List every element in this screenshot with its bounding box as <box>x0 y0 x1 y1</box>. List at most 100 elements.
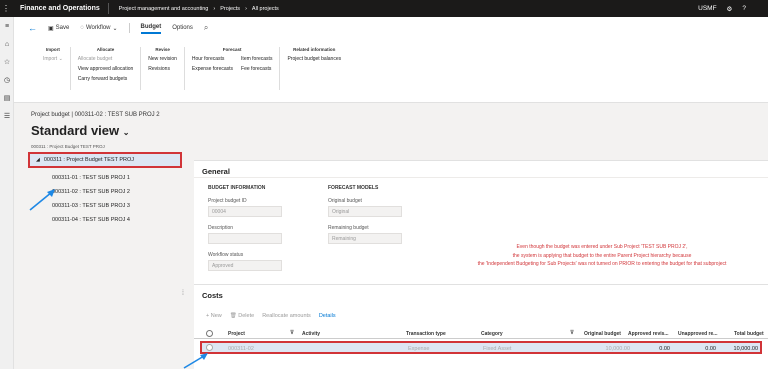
column-header-activity[interactable]: Activity <box>302 331 320 337</box>
cell-approved-revisions[interactable]: 0.00 <box>642 346 670 352</box>
cell-unapproved-revisions[interactable]: 0.00 <box>688 346 716 352</box>
description-field[interactable] <box>208 233 282 244</box>
remaining-budget-label: Remaining budget <box>328 225 369 231</box>
reallocate-amounts-button[interactable]: Reallocate amounts <box>262 313 311 319</box>
details-button[interactable]: Details <box>319 313 336 319</box>
save-label: Save <box>55 25 70 31</box>
trash-icon: 🗑 <box>229 313 237 319</box>
costs-section: Costs + New 🗑 Delete Reallocate amounts … <box>194 284 768 369</box>
top-right-area: USMF ⚙ ? <box>698 0 746 17</box>
home-icon[interactable]: ⌂ <box>0 35 14 53</box>
hour-forecasts-button[interactable]: Hour forecasts <box>192 56 233 62</box>
group-title: Import <box>45 47 60 52</box>
cell-project[interactable]: 000311-02 <box>228 346 254 352</box>
divider <box>128 23 130 33</box>
breadcrumb: Project management and accounting › Proj… <box>109 6 279 12</box>
column-header-project[interactable]: Project <box>228 331 245 337</box>
note-line: the 'Independent Budgeting for Sub Proje… <box>477 261 727 267</box>
project-budget-balances-button[interactable]: Project budget balances <box>287 56 341 62</box>
app-launcher-icon[interactable]: ⋮ <box>0 0 12 17</box>
tree-root-label: 000311 : Project Budget TEST PROJ <box>43 157 135 163</box>
tree-node[interactable]: 000311-02 : TEST SUB PROJ 2 <box>52 189 130 195</box>
cell-transaction-type[interactable]: Expense <box>408 346 429 352</box>
import-label: Import <box>43 56 58 62</box>
costs-section-header[interactable]: Costs <box>194 285 768 302</box>
description-label: Description <box>208 225 234 231</box>
tab-budget[interactable]: Budget <box>140 24 162 34</box>
chevron-right-icon: › <box>213 5 216 12</box>
save-button[interactable]: ▣ Save <box>48 25 69 32</box>
new-button[interactable]: + New <box>206 313 222 319</box>
help-icon[interactable]: ⚙ <box>727 5 733 13</box>
search-icon[interactable]: ⌕ <box>204 23 208 33</box>
chevron-down-icon: ⌄ <box>122 128 130 137</box>
row-select-radio[interactable] <box>206 344 213 351</box>
fee-forecasts-button[interactable]: Fee forecasts <box>241 66 272 72</box>
breadcrumb-item[interactable]: Projects <box>220 6 240 12</box>
app-title[interactable]: Finance and Operations <box>12 3 109 14</box>
navigation-rail: ≡ ⌂ ☆ ◷ ▤ ☰ <box>0 17 14 369</box>
select-all-radio[interactable] <box>206 330 213 337</box>
original-budget-label: Original budget <box>328 198 362 204</box>
back-arrow-icon[interactable]: ← <box>28 23 37 33</box>
breadcrumb-item[interactable]: Project management and accounting <box>119 6 209 12</box>
company-picker[interactable]: USMF <box>698 5 716 12</box>
table-row[interactable]: 000311-02 Expense Fixed Asset 10,000.00 … <box>200 341 762 354</box>
chevron-right-icon: › <box>245 5 247 12</box>
project-budget-id-field[interactable]: 00004 <box>208 206 282 217</box>
page-subtitle: 000311 : Project Budget TEST PROJ <box>31 144 105 149</box>
revisions-button[interactable]: Revisions <box>148 66 177 72</box>
recent-icon[interactable]: ◷ <box>0 71 14 89</box>
expense-forecasts-button[interactable]: Expense forecasts <box>192 66 233 72</box>
user-icon[interactable]: ? <box>742 5 746 12</box>
tree-node[interactable]: 000311-03 : TEST SUB PROJ 3 <box>52 203 130 209</box>
breadcrumb-item[interactable]: All projects <box>252 6 279 12</box>
cell-category[interactable]: Fixed Asset <box>483 346 511 352</box>
new-label: New <box>210 313 222 319</box>
collapse-triangle-icon[interactable]: ◢ <box>36 157 40 163</box>
column-header-original-budget[interactable]: Original budget <box>584 331 621 337</box>
filter-icon[interactable]: ⊽ <box>570 330 574 336</box>
star-icon[interactable]: ☆ <box>0 53 14 71</box>
general-section-header[interactable]: General <box>194 161 768 178</box>
item-forecasts-button[interactable]: Item forecasts <box>241 56 272 62</box>
project-budget-id-label: Project budget ID <box>208 198 247 204</box>
workspaces-icon[interactable]: ▤ <box>0 89 14 107</box>
original-budget-field[interactable]: Original <box>328 206 402 217</box>
column-header-transaction-type[interactable]: Transaction type <box>406 331 446 337</box>
group-revise: Revise New revision Revisions <box>141 47 185 90</box>
workflow-button[interactable]: ◌ Workflow ⌄ <box>80 25 117 32</box>
note-line: the system is applying that budget to th… <box>512 252 692 259</box>
workflow-status-label: Workflow status <box>208 252 244 258</box>
view-approved-allocation-button[interactable]: View approved allocation <box>78 66 134 72</box>
page-title[interactable]: Standard view ⌄ <box>31 123 129 138</box>
tree-root-node[interactable]: ◢ 000311 : Project Budget TEST PROJ <box>28 152 182 168</box>
remaining-budget-field[interactable]: Remaining <box>328 233 402 244</box>
forecast-models-title: FORECAST MODELS <box>328 185 379 191</box>
tree-node[interactable]: 000311-04 : TEST SUB PROJ 4 <box>52 217 130 223</box>
column-header-category[interactable]: Category <box>481 331 503 337</box>
column-header-unapproved-revisions[interactable]: Unapproved re... <box>678 331 717 337</box>
action-groups: Import Import ⌄ Allocate Allocate budget… <box>14 47 768 90</box>
column-header-approved-revisions[interactable]: Approved revis... <box>628 331 669 337</box>
workflow-status-field[interactable]: Approved <box>208 260 282 271</box>
carry-forward-budgets-button[interactable]: Carry forward budgets <box>78 76 134 82</box>
annotation-arrow <box>183 353 208 369</box>
import-button[interactable]: Import ⌄ <box>43 56 63 62</box>
tab-options[interactable]: Options <box>172 25 193 31</box>
cell-original-budget[interactable]: 10,000.00 <box>590 346 630 352</box>
workflow-label: Workflow <box>85 25 111 31</box>
tree-node[interactable]: 000311-01 : TEST SUB PROJ 1 <box>52 175 130 181</box>
action-pane: ← ▣ Save ◌ Workflow ⌄ Budget Options ⌕ I… <box>14 17 768 103</box>
menu-icon[interactable]: ≡ <box>0 17 14 35</box>
new-revision-button[interactable]: New revision <box>148 56 177 62</box>
pane-splitter[interactable]: ⁞ <box>182 290 184 297</box>
delete-button[interactable]: 🗑 Delete <box>230 313 254 319</box>
chevron-down-icon: ⌄ <box>58 56 63 62</box>
allocate-budget-button[interactable]: Allocate budget <box>78 56 134 62</box>
column-header-total-budget[interactable]: Total budget <box>734 331 764 337</box>
budget-information-title: BUDGET INFORMATION <box>208 185 266 191</box>
cell-total-budget[interactable]: 10,000.00 <box>718 346 758 352</box>
modules-icon[interactable]: ☰ <box>0 107 14 125</box>
filter-icon[interactable]: ⊽ <box>290 330 294 336</box>
